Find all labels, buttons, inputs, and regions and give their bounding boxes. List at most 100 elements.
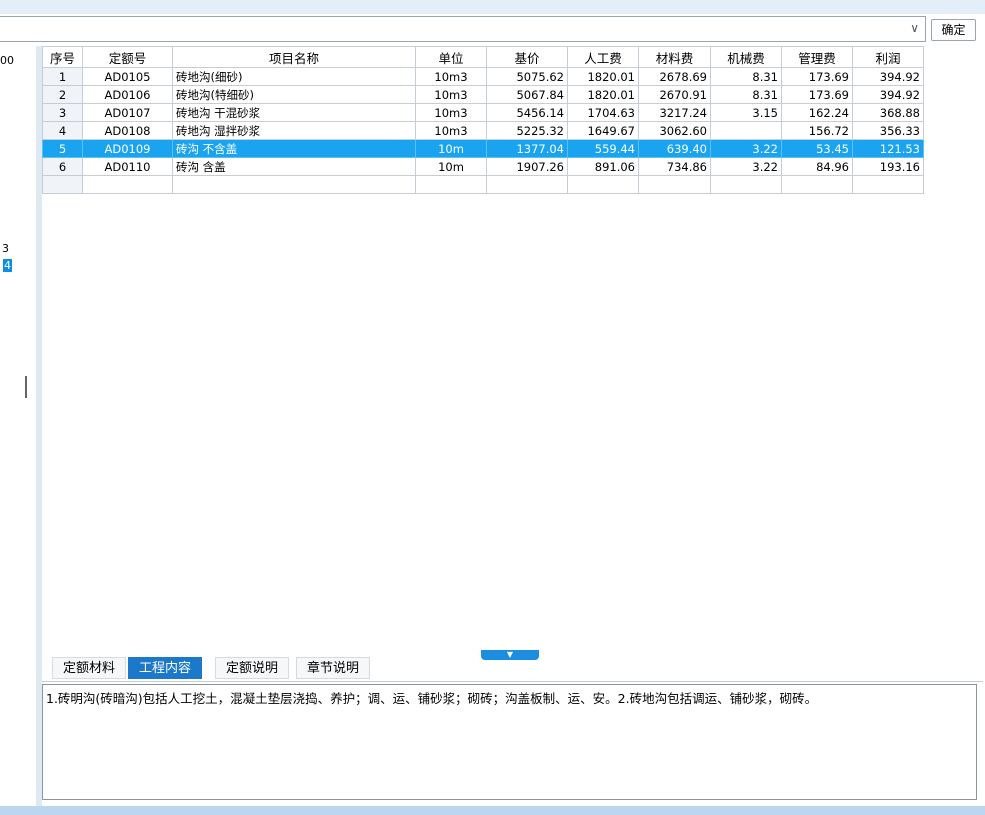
row-management[interactable]: 173.69 [781,67,853,86]
row-machine-empty[interactable] [710,175,782,194]
col-header-name[interactable]: 项目名称 [172,46,416,68]
splitter-handle[interactable] [25,376,27,398]
table-row[interactable]: 3 AD0107 砖地沟 干混砂浆 10m3 5456.14 1704.63 3217.24… [42,103,924,122]
row-material[interactable]: 3217.24 [638,103,711,122]
col-header-management[interactable]: 管理费 [781,46,853,68]
row-name-empty[interactable] [172,175,416,194]
status-bar [0,806,985,815]
col-header-seq[interactable]: 序号 [42,46,83,68]
row-machine[interactable] [710,121,782,140]
row-name[interactable]: 砖沟 不含盖 [172,139,416,158]
row-code[interactable]: AD0106 [82,85,173,104]
row-unit[interactable]: 10m3 [415,121,487,140]
row-material[interactable]: 2670.91 [638,85,711,104]
row-machine[interactable]: 8.31 [710,67,782,86]
row-base-price[interactable]: 5225.32 [486,121,568,140]
row-management[interactable]: 156.72 [781,121,853,140]
row-labor[interactable]: 1820.01 [567,85,639,104]
row-machine[interactable]: 3.15 [710,103,782,122]
col-header-unit[interactable]: 单位 [415,46,487,68]
row-name[interactable]: 砖地沟(细砂) [172,67,416,86]
table-row[interactable]: 1 AD0105 砖地沟(细砂) 10m3 5075.62 1820.01 2678.69 8… [42,67,924,86]
row-base-price[interactable]: 1377.04 [486,139,568,158]
chevron-down-icon[interactable]: ∨ [910,21,919,35]
row-profit-empty[interactable] [852,175,924,194]
work-content-text[interactable]: 1.砖明沟(砖暗沟)包括人工挖土，混凝土垫层浇捣、养护；调、运、铺砂浆；砌砖；沟… [42,684,977,800]
row-machine[interactable]: 3.22 [710,157,782,176]
row-code[interactable]: AD0109 [82,139,173,158]
row-material[interactable]: 3062.60 [638,121,711,140]
row-material-empty[interactable] [638,175,711,194]
tab-quota-materials[interactable]: 定额材料 [52,657,127,679]
row-seq[interactable]: 6 [42,157,83,176]
col-header-labor[interactable]: 人工费 [567,46,639,68]
row-unit[interactable]: 10m3 [415,85,487,104]
row-material[interactable]: 639.40 [638,139,711,158]
tab-chapter-notes[interactable]: 章节说明 [296,657,371,679]
table-row[interactable]: 5 AD0109 砖沟 不含盖 10m 1377.04 559.44 639.40 3.22 5… [42,139,924,158]
table-row[interactable]: 4 AD0108 砖地沟 湿拌砂浆 10m3 5225.32 1649.67 3062.60… [42,121,924,140]
left-value-selected[interactable]: 4 [3,259,12,272]
row-labor-empty[interactable] [567,175,639,194]
row-profit[interactable]: 394.92 [852,67,924,86]
table-row-empty[interactable] [42,175,924,194]
row-labor[interactable]: 559.44 [567,139,639,158]
row-code[interactable]: AD0107 [82,103,173,122]
row-seq[interactable]: 1 [42,67,83,86]
row-unit-empty[interactable] [415,175,487,194]
row-name[interactable]: 砖沟 含盖 [172,157,416,176]
row-labor[interactable]: 1704.63 [567,103,639,122]
row-base-price[interactable]: 5067.84 [486,85,568,104]
row-base-price[interactable]: 5075.62 [486,67,568,86]
left-value: 3 [2,242,9,255]
row-management[interactable]: 162.24 [781,103,853,122]
row-code[interactable]: AD0108 [82,121,173,140]
row-name[interactable]: 砖地沟 湿拌砂浆 [172,121,416,140]
tab-work-content[interactable]: 工程内容 [128,657,203,679]
row-labor[interactable]: 891.06 [567,157,639,176]
row-code[interactable]: AD0105 [82,67,173,86]
row-seq[interactable]: 3 [42,103,83,122]
col-header-material[interactable]: 材料费 [638,46,711,68]
row-name[interactable]: 砖地沟 干混砂浆 [172,103,416,122]
table-row[interactable]: 6 AD0110 砖沟 含盖 10m 1907.26 891.06 734.86 3.22 84… [42,157,924,176]
row-profit[interactable]: 121.53 [852,139,924,158]
row-base-price[interactable]: 1907.26 [486,157,568,176]
tab-quota-notes[interactable]: 定额说明 [215,657,290,679]
row-management-empty[interactable] [781,175,853,194]
col-header-code[interactable]: 定额号 [82,46,173,68]
row-base-price[interactable]: 5456.14 [486,103,568,122]
row-machine[interactable]: 3.22 [710,139,782,158]
col-header-base-price[interactable]: 基价 [486,46,568,68]
row-management[interactable]: 53.45 [781,139,853,158]
quota-combo-box[interactable]: ∨ [0,16,926,42]
ok-button[interactable]: 确定 [931,19,976,41]
row-labor[interactable]: 1649.67 [567,121,639,140]
col-header-machine[interactable]: 机械费 [710,46,782,68]
row-base-price-empty[interactable] [486,175,568,194]
row-code[interactable]: AD0110 [82,157,173,176]
row-profit[interactable]: 356.33 [852,121,924,140]
row-unit[interactable]: 10m3 [415,67,487,86]
row-profit[interactable]: 394.92 [852,85,924,104]
row-seq[interactable]: 4 [42,121,83,140]
row-seq-empty[interactable] [42,175,83,194]
row-unit[interactable]: 10m3 [415,103,487,122]
row-name[interactable]: 砖地沟(特细砂) [172,85,416,104]
row-unit[interactable]: 10m [415,157,487,176]
row-machine[interactable]: 8.31 [710,85,782,104]
row-management[interactable]: 173.69 [781,85,853,104]
row-seq[interactable]: 2 [42,85,83,104]
col-header-profit[interactable]: 利润 [852,46,924,68]
table-row[interactable]: 2 AD0106 砖地沟(特细砂) 10m3 5067.84 1820.01 2670.91… [42,85,924,104]
row-profit[interactable]: 193.16 [852,157,924,176]
row-management[interactable]: 84.96 [781,157,853,176]
row-material[interactable]: 2678.69 [638,67,711,86]
main-pane: 序号 定额号 项目名称 单位 基价 人工费 材料费 机械费 管理费 利润 1 AD… [42,46,983,806]
row-labor[interactable]: 1820.01 [567,67,639,86]
row-seq[interactable]: 5 [42,139,83,158]
row-material[interactable]: 734.86 [638,157,711,176]
row-profit[interactable]: 368.88 [852,103,924,122]
row-code-empty[interactable] [82,175,173,194]
row-unit[interactable]: 10m [415,139,487,158]
